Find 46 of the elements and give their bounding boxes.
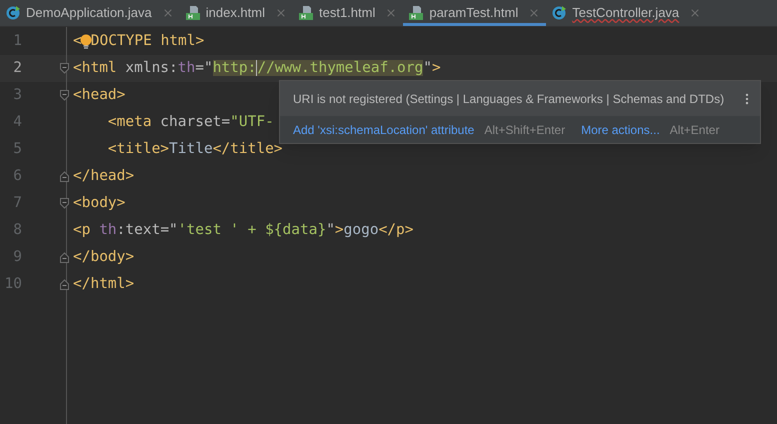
tab-label: paramTest.html: [429, 4, 518, 22]
fold-marker-icon[interactable]: [60, 279, 69, 290]
editor-tab[interactable]: index.html: [180, 0, 293, 26]
line-number: 3: [13, 86, 22, 103]
line-number: 6: [13, 168, 22, 184]
fold-marker-icon[interactable]: [60, 198, 69, 209]
action-link[interactable]: More actions...: [581, 120, 660, 138]
html-file-icon: [409, 6, 424, 20]
code-text: <head>: [73, 86, 126, 105]
editor-tab[interactable]: DemoApplication.java: [0, 0, 180, 26]
line-number: 10: [4, 276, 22, 292]
tab-label: TestController.java: [572, 4, 680, 22]
tab-label: DemoApplication.java: [26, 4, 152, 22]
code-text: </body>: [73, 248, 134, 267]
tab-label: test1.html: [318, 4, 376, 22]
fold-marker-icon[interactable]: [60, 171, 69, 182]
code-text: <p th:text="'test ' + ${data}">gogo</p>: [73, 220, 414, 240]
line-number: 8: [13, 222, 22, 238]
fold-marker-icon[interactable]: [60, 63, 69, 74]
code-text: </head>: [73, 166, 134, 186]
line-number: 2: [13, 60, 22, 76]
code-text: <body>: [73, 194, 126, 213]
line-number: 9: [13, 248, 22, 265]
popup-message: URI is not registered (Settings | Languages & Frameworks | Schemas and DTDs): [293, 90, 724, 108]
editor-tab[interactable]: test1.html: [292, 0, 404, 26]
shortcut-text: Alt+Shift+Enter: [484, 122, 566, 138]
fold-marker-icon[interactable]: [60, 252, 69, 263]
code-text: <: [73, 32, 82, 51]
line-number: 4: [13, 114, 22, 130]
line-number: 5: [13, 140, 22, 157]
shortcut-text: Alt+Enter: [670, 122, 720, 138]
action-link[interactable]: Add 'xsi:schemaLocation' attribute: [293, 120, 474, 138]
fold-marker-icon[interactable]: [60, 90, 69, 101]
code-text: </html>: [73, 274, 134, 294]
code-text: <html xmlns:th="http://www.thymeleaf.org">: [73, 58, 441, 78]
line-number: 7: [13, 194, 22, 211]
class-icon: [552, 6, 566, 20]
code-text: <meta charset="UTF-: [106, 112, 274, 132]
class-icon: [6, 6, 20, 20]
editor-tab[interactable]: TestController.java: [546, 0, 708, 26]
line-number: 1: [13, 32, 22, 49]
code-text: DOCTYPE html>: [90, 32, 204, 51]
html-file-icon: [186, 6, 200, 20]
html-file-icon: [298, 6, 313, 20]
code-text: <title>Title</title>: [106, 140, 283, 159]
tab-label: index.html: [206, 4, 265, 22]
